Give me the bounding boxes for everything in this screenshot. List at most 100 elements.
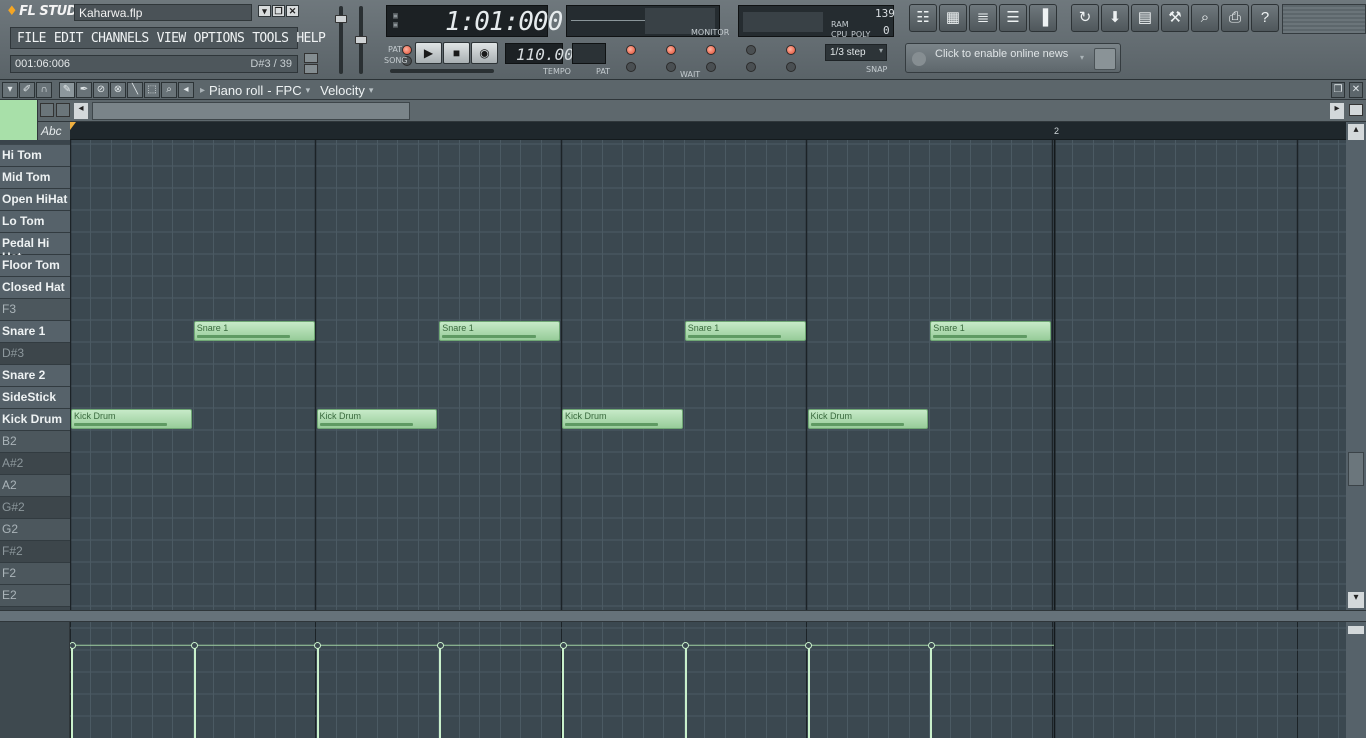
piano-key[interactable]: G2 <box>0 519 70 541</box>
tempo-display[interactable]: 110.000 <box>505 43 583 64</box>
note[interactable]: Kick Drum <box>71 409 192 429</box>
vertical-scrollbar[interactable]: ▴ ▾ <box>1346 122 1366 610</box>
velocity-stem[interactable] <box>807 645 810 738</box>
note[interactable]: Snare 1 <box>684 321 806 341</box>
piano-key[interactable]: F#2 <box>0 541 70 563</box>
velocity-stem[interactable] <box>684 645 687 738</box>
menu-tools[interactable]: TOOLS <box>252 31 289 46</box>
piano-key[interactable]: SideStick <box>0 387 70 409</box>
step-edit-led[interactable] <box>706 45 716 55</box>
horizontal-scrollbar[interactable]: ◂ ▸ <box>38 100 1366 122</box>
note-grid[interactable]: Kick Drum Snare 1 Kick Drum Snare 1 Kick Dru… <box>70 140 1346 610</box>
note[interactable]: Snare 1 <box>193 321 315 341</box>
piano-key[interactable]: Open HiHat <box>0 189 70 211</box>
pencil-icon[interactable]: ✎ <box>59 82 75 98</box>
velocity-handle[interactable] <box>559 641 567 649</box>
playlist-icon[interactable]: ☷ <box>909 4 937 32</box>
detach-window-icon[interactable]: ❐ <box>1331 82 1345 98</box>
minimize-window-icon[interactable]: ▾ <box>258 5 271 17</box>
velocity-param[interactable]: Velocity <box>320 83 365 98</box>
restore-window-icon[interactable]: ❐ <box>272 5 285 17</box>
pat-mode-led[interactable] <box>402 45 412 55</box>
scroll-up-icon[interactable]: ▴ <box>1348 124 1364 140</box>
piano-key[interactable]: Closed Hat <box>0 277 70 299</box>
piano-key[interactable]: Pedal Hi Hat <box>0 233 70 264</box>
master-volume-knob[interactable] <box>335 15 347 23</box>
velocity-stem[interactable] <box>193 645 196 738</box>
velocity-handle[interactable] <box>682 641 690 649</box>
undo-icon[interactable]: ↻ <box>1071 4 1099 32</box>
magnet-icon[interactable]: ✐ <box>19 82 35 98</box>
velocity-handle[interactable] <box>191 641 199 649</box>
stop-button[interactable]: ■ <box>443 42 470 64</box>
play-button[interactable]: ▶ <box>415 42 442 64</box>
online-status-icon[interactable] <box>304 53 318 63</box>
song-position-slider[interactable] <box>390 69 494 73</box>
piano-key[interactable]: F3 <box>0 299 70 321</box>
wait-input-led[interactable] <box>666 62 676 72</box>
event-editor-splitter[interactable] <box>0 610 1366 622</box>
pattern-number-display[interactable] <box>572 43 606 64</box>
velocity-handle[interactable] <box>436 641 444 649</box>
velocity-stem[interactable] <box>930 645 933 738</box>
save-icon[interactable]: ⬇ <box>1101 4 1129 32</box>
velocity-handle[interactable] <box>314 641 321 649</box>
countdown-led[interactable] <box>666 45 676 55</box>
piano-key[interactable]: E2 <box>0 585 70 607</box>
menu-options[interactable]: OPTIONS <box>194 31 245 46</box>
zoom-icon[interactable]: ⌕ <box>161 82 177 98</box>
master-pitch-knob[interactable] <box>355 36 367 44</box>
note[interactable]: Kick Drum <box>807 409 929 429</box>
notes-icon[interactable]: ⎙ <box>1221 4 1249 32</box>
select-icon[interactable]: ⬚ <box>144 82 160 98</box>
piano-key[interactable]: Mid Tom <box>0 167 70 189</box>
midi-led[interactable] <box>786 62 796 72</box>
close-window-icon[interactable]: ✕ <box>286 5 299 17</box>
velocity-stem[interactable] <box>439 645 442 738</box>
piano-key[interactable]: Lo Tom <box>0 211 70 233</box>
velocity-stem[interactable] <box>71 645 73 738</box>
help-icon[interactable]: ? <box>1251 4 1279 32</box>
record-button[interactable]: ◉ <box>471 42 498 64</box>
velocity-scroll[interactable] <box>1346 622 1366 738</box>
vscroll-thumb[interactable] <box>1348 452 1364 486</box>
browser-icon[interactable]: ☰ <box>999 4 1027 32</box>
piano-keys[interactable]: Hi TomMid TomOpen HiHatLo TomPedal Hi Ha… <box>0 144 70 610</box>
paint-brush-icon[interactable]: ✒ <box>76 82 92 98</box>
menu-file[interactable]: FILE <box>17 31 47 46</box>
piano-key[interactable]: F2 <box>0 563 70 585</box>
scroll-right-icon[interactable]: ▸ <box>1330 103 1344 119</box>
note[interactable]: Snare 1 <box>439 321 560 341</box>
note[interactable]: Snare 1 <box>930 321 1051 341</box>
zoom-in-icon[interactable] <box>56 103 70 117</box>
loop-record-led[interactable] <box>786 45 796 55</box>
scroll-left-icon[interactable]: ◂ <box>74 103 88 119</box>
search-icon[interactable]: ⌕ <box>1191 4 1219 32</box>
velocity-stem[interactable] <box>316 645 319 738</box>
menu-channels[interactable]: CHANNELS <box>91 31 149 46</box>
note[interactable]: Kick Drum <box>562 409 683 429</box>
piano-key[interactable]: Floor Tom <box>0 255 70 277</box>
news-user-icon[interactable] <box>1094 48 1116 70</box>
piano-roll-icon[interactable]: ≣ <box>969 4 997 32</box>
delete-icon[interactable]: ⊘ <box>93 82 109 98</box>
online-news-panel[interactable]: Click to enable online news ▾ <box>905 43 1121 73</box>
velocity-stem[interactable] <box>562 645 564 738</box>
piano-key[interactable]: Kick Drum <box>0 409 70 431</box>
piano-key[interactable]: Snare 1 <box>0 321 70 343</box>
toolbar-grip[interactable] <box>1282 4 1366 34</box>
piano-key[interactable]: G#2 <box>0 497 70 519</box>
typing-keyboard-led[interactable] <box>626 62 636 72</box>
note-color-swatch[interactable] <box>0 100 38 140</box>
playback-icon[interactable]: ◂ <box>178 82 194 98</box>
cpu-status-icon[interactable] <box>304 64 318 74</box>
record-blend-led[interactable] <box>746 45 756 55</box>
scroll-down-icon[interactable]: ▾ <box>1348 592 1364 608</box>
mute-icon[interactable]: ⊗ <box>110 82 126 98</box>
note[interactable]: Kick Drum <box>316 409 438 429</box>
multilink-led[interactable] <box>746 62 756 72</box>
zoom-out-icon[interactable] <box>40 103 54 117</box>
velocity-handle[interactable] <box>927 641 935 649</box>
slice-icon[interactable]: ╲ <box>127 82 143 98</box>
menu-edit[interactable]: EDIT <box>54 31 84 46</box>
